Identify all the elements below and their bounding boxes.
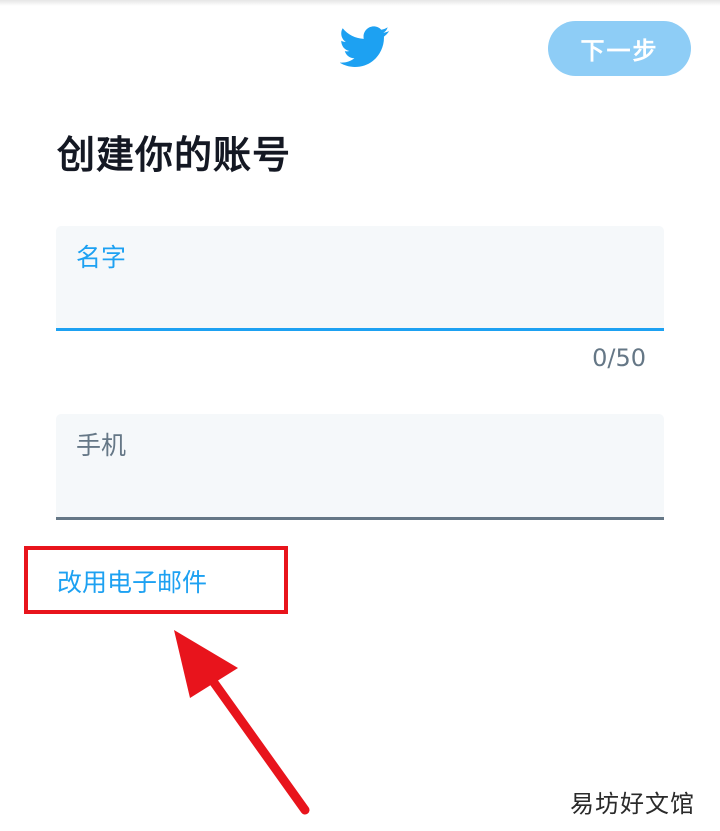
twitter-bird-icon	[340, 26, 390, 67]
watermark: 易坊好文馆	[570, 790, 695, 818]
phone-field-label: 手机	[76, 431, 127, 460]
highlight-box	[24, 546, 288, 614]
top-shadow	[0, 0, 720, 6]
name-char-counter: 0/50	[592, 344, 646, 372]
phone-field[interactable]: 手机	[56, 414, 664, 520]
next-button[interactable]: 下一步	[548, 21, 691, 76]
name-field[interactable]: 名字	[56, 226, 664, 331]
phone-input[interactable]	[76, 471, 640, 507]
page-title: 创建你的账号	[57, 133, 292, 177]
name-field-label: 名字	[76, 243, 127, 272]
name-input[interactable]	[76, 282, 640, 318]
